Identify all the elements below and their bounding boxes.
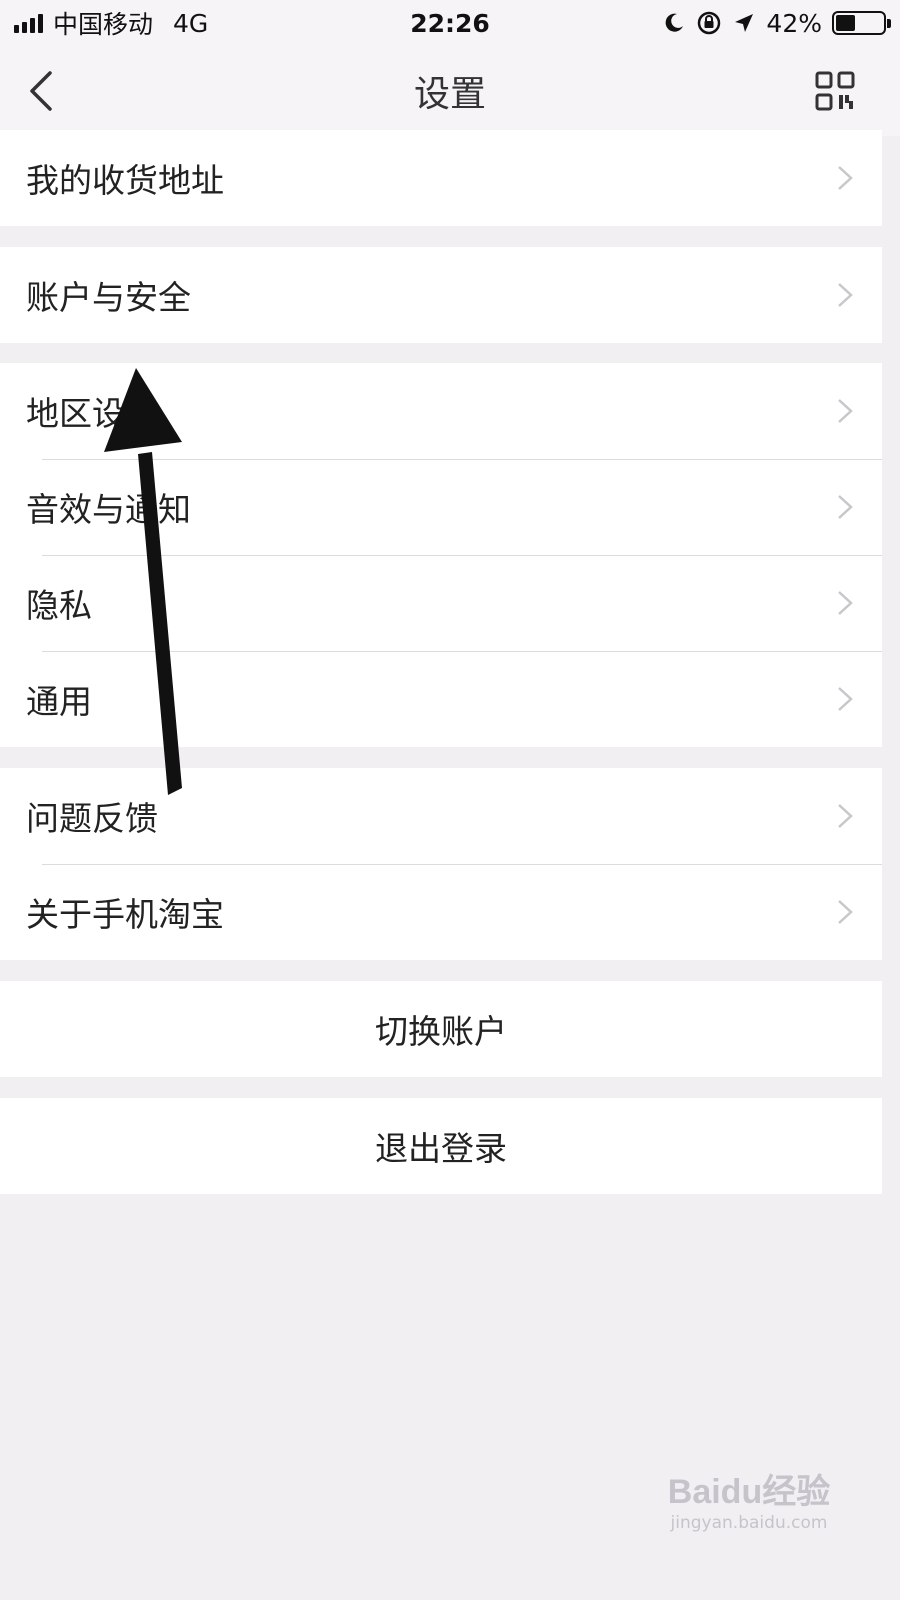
signal-bars-icon [14, 13, 43, 33]
settings-item-about-taobao[interactable]: 关于手机淘宝 [0, 864, 882, 960]
back-button[interactable] [26, 66, 76, 116]
network-type: 4G [173, 8, 209, 38]
chevron-right-icon [838, 495, 853, 519]
switch-account-label: 切换账户 [375, 1012, 507, 1051]
watermark-logo: Baidu经验 [667, 1473, 831, 1511]
logout-group: 退出登录 [0, 1098, 882, 1194]
chevron-left-icon [30, 71, 52, 111]
carrier-name: 中国移动 [53, 10, 154, 39]
settings-item-general[interactable]: 通用 [0, 651, 882, 747]
settings-group-address: 我的收货地址 [0, 130, 882, 226]
settings-group-general: 地区设置 音效与通知 隐私 通用 [0, 363, 882, 747]
settings-item-account-security[interactable]: 账户与安全 [0, 247, 882, 343]
settings-item-region[interactable]: 地区设置 [0, 363, 882, 459]
chevron-right-icon [838, 900, 853, 924]
chevron-right-icon [838, 804, 853, 828]
settings-group-account: 账户与安全 [0, 247, 882, 343]
chevron-right-icon [838, 166, 853, 190]
chevron-right-icon [838, 283, 853, 307]
right-edge-strip [882, 136, 900, 1600]
orientation-lock-icon [698, 11, 721, 35]
logout-button[interactable]: 退出登录 [0, 1098, 882, 1194]
settings-item-label: 地区设置 [26, 394, 158, 433]
settings-item-privacy[interactable]: 隐私 [0, 555, 882, 651]
settings-group-about: 问题反馈 关于手机淘宝 [0, 768, 882, 960]
settings-item-label: 音效与通知 [26, 490, 191, 529]
qr-code-icon [815, 71, 855, 111]
baidu-jingyan-watermark: Baidu经验 jingyan.baidu.com [664, 1464, 834, 1556]
switch-account-group: 切换账户 [0, 981, 882, 1077]
switch-account-button[interactable]: 切换账户 [0, 981, 882, 1077]
settings-item-shipping-address[interactable]: 我的收货地址 [0, 130, 882, 226]
nav-bar: 设置 [0, 46, 900, 136]
location-arrow-icon [735, 14, 754, 32]
battery-percent: 42% [766, 8, 822, 38]
settings-item-sound-notification[interactable]: 音效与通知 [0, 459, 882, 555]
moon-icon [666, 13, 684, 32]
settings-item-label: 关于手机淘宝 [26, 895, 224, 934]
settings-item-label: 问题反馈 [26, 799, 158, 838]
settings-item-label: 我的收货地址 [26, 161, 224, 200]
qr-code-button[interactable] [814, 70, 856, 112]
page-title: 设置 [413, 74, 486, 115]
settings-item-label: 账户与安全 [26, 278, 191, 317]
settings-item-label: 通用 [26, 682, 92, 721]
chevron-right-icon [838, 399, 853, 423]
logout-label: 退出登录 [375, 1129, 507, 1168]
status-bar: 中国移动 4G 22:26 42% [0, 0, 900, 46]
watermark-url: jingyan.baidu.com [670, 1513, 828, 1533]
battery-icon [832, 11, 891, 35]
settings-item-feedback[interactable]: 问题反馈 [0, 768, 882, 864]
chevron-right-icon [838, 591, 853, 615]
chevron-right-icon [838, 687, 853, 711]
settings-item-label: 隐私 [26, 586, 92, 625]
